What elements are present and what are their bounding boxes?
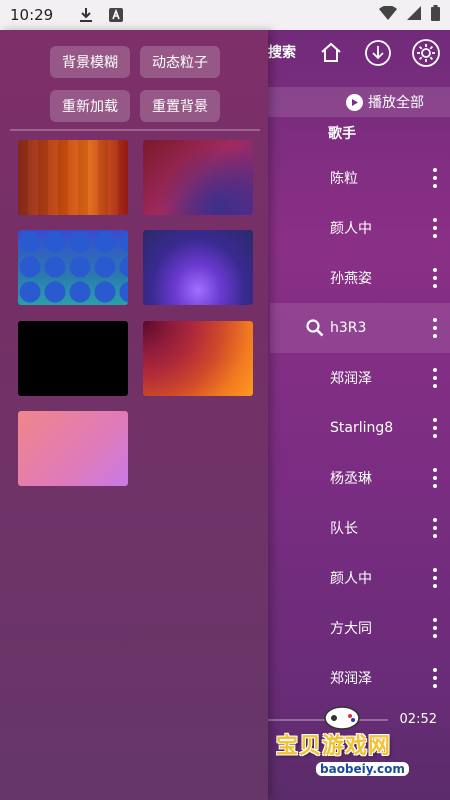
artist-column-header: 歌手 [328, 126, 356, 142]
list-item[interactable]: 郑润泽 [270, 653, 450, 703]
dynamic-particles-button[interactable]: 动态粒子 [140, 46, 220, 78]
battery-icon [431, 5, 440, 25]
list-item[interactable]: 郑润泽 [270, 353, 450, 403]
list-item[interactable]: 杨丞琳 [270, 453, 450, 503]
signal-icon [407, 6, 421, 24]
blur-background-button[interactable]: 背景模糊 [50, 46, 130, 78]
play-icon [346, 93, 363, 111]
artist-name: 颜人中 [330, 571, 372, 587]
download-circle-icon[interactable] [363, 38, 393, 68]
artist-name: h3R3 [330, 320, 367, 336]
list-item-active[interactable]: h3R3 [270, 303, 450, 353]
background-thumbnail-sunset-rings[interactable] [143, 321, 253, 396]
artist-name: Starling8 [330, 420, 394, 436]
background-thumbnail-violet-glow[interactable] [143, 230, 253, 305]
home-icon[interactable] [316, 38, 346, 68]
background-thumbnail-pink-gradient[interactable] [18, 411, 128, 486]
list-item[interactable]: 颜人中 [270, 203, 450, 253]
more-options-icon[interactable] [432, 368, 438, 388]
more-options-icon[interactable] [432, 418, 438, 438]
artist-name: 杨丞琳 [330, 471, 372, 487]
artist-name: 郑润泽 [330, 671, 372, 687]
background-drawer: 背景模糊 动态粒子 重新加载 重置背景 [0, 30, 268, 800]
more-options-icon[interactable] [432, 668, 438, 688]
play-all-button[interactable]: 播放全部 [268, 87, 450, 117]
list-item[interactable]: 方大同 [270, 603, 450, 653]
gamepad-mascot-icon [324, 706, 360, 730]
reset-background-button[interactable]: 重置背景 [140, 90, 220, 122]
more-options-icon[interactable] [432, 518, 438, 538]
list-item[interactable]: 队长 [270, 503, 450, 553]
wifi-icon [379, 5, 397, 24]
background-thumbnail-wine-purple[interactable] [143, 140, 253, 215]
artist-name: 颜人中 [330, 221, 372, 237]
play-all-label: 播放全部 [368, 95, 424, 111]
more-options-icon[interactable] [432, 618, 438, 638]
reload-button[interactable]: 重新加载 [50, 90, 130, 122]
search-icon [306, 319, 324, 341]
more-options-icon[interactable] [432, 318, 438, 338]
more-options-icon[interactable] [432, 268, 438, 288]
search-label[interactable]: 搜索 [268, 42, 296, 62]
background-thumbnail-blue-circles[interactable] [18, 230, 128, 305]
artist-name: 队长 [330, 521, 358, 537]
artist-name: 郑润泽 [330, 371, 372, 387]
background-thumbnail-orange-stripes[interactable] [18, 140, 128, 215]
artist-name: 陈粒 [330, 171, 358, 187]
app-a-icon [107, 6, 125, 24]
watermark-text: 宝贝游戏网 [276, 734, 392, 759]
watermark-url: baobeiy.com [316, 762, 409, 776]
status-time: 10:29 [10, 6, 54, 24]
artist-name: 孙燕姿 [330, 271, 372, 287]
divider [10, 129, 260, 131]
watermark: 宝贝游戏网 baobeiy.com [276, 700, 436, 780]
more-options-icon[interactable] [432, 568, 438, 588]
list-item[interactable]: 陈粒 [270, 153, 450, 203]
list-item[interactable]: 颜人中 [270, 553, 450, 603]
artist-name: 方大同 [330, 621, 372, 637]
background-thumbnail-black[interactable] [18, 321, 128, 396]
settings-gear-icon[interactable] [411, 38, 441, 68]
list-item[interactable]: 孙燕姿 [270, 253, 450, 303]
download-icon [77, 6, 95, 24]
more-options-icon[interactable] [432, 168, 438, 188]
list-item[interactable]: Starling8 [270, 403, 450, 453]
more-options-icon[interactable] [432, 468, 438, 488]
status-bar: 10:29 [0, 0, 450, 30]
more-options-icon[interactable] [432, 218, 438, 238]
